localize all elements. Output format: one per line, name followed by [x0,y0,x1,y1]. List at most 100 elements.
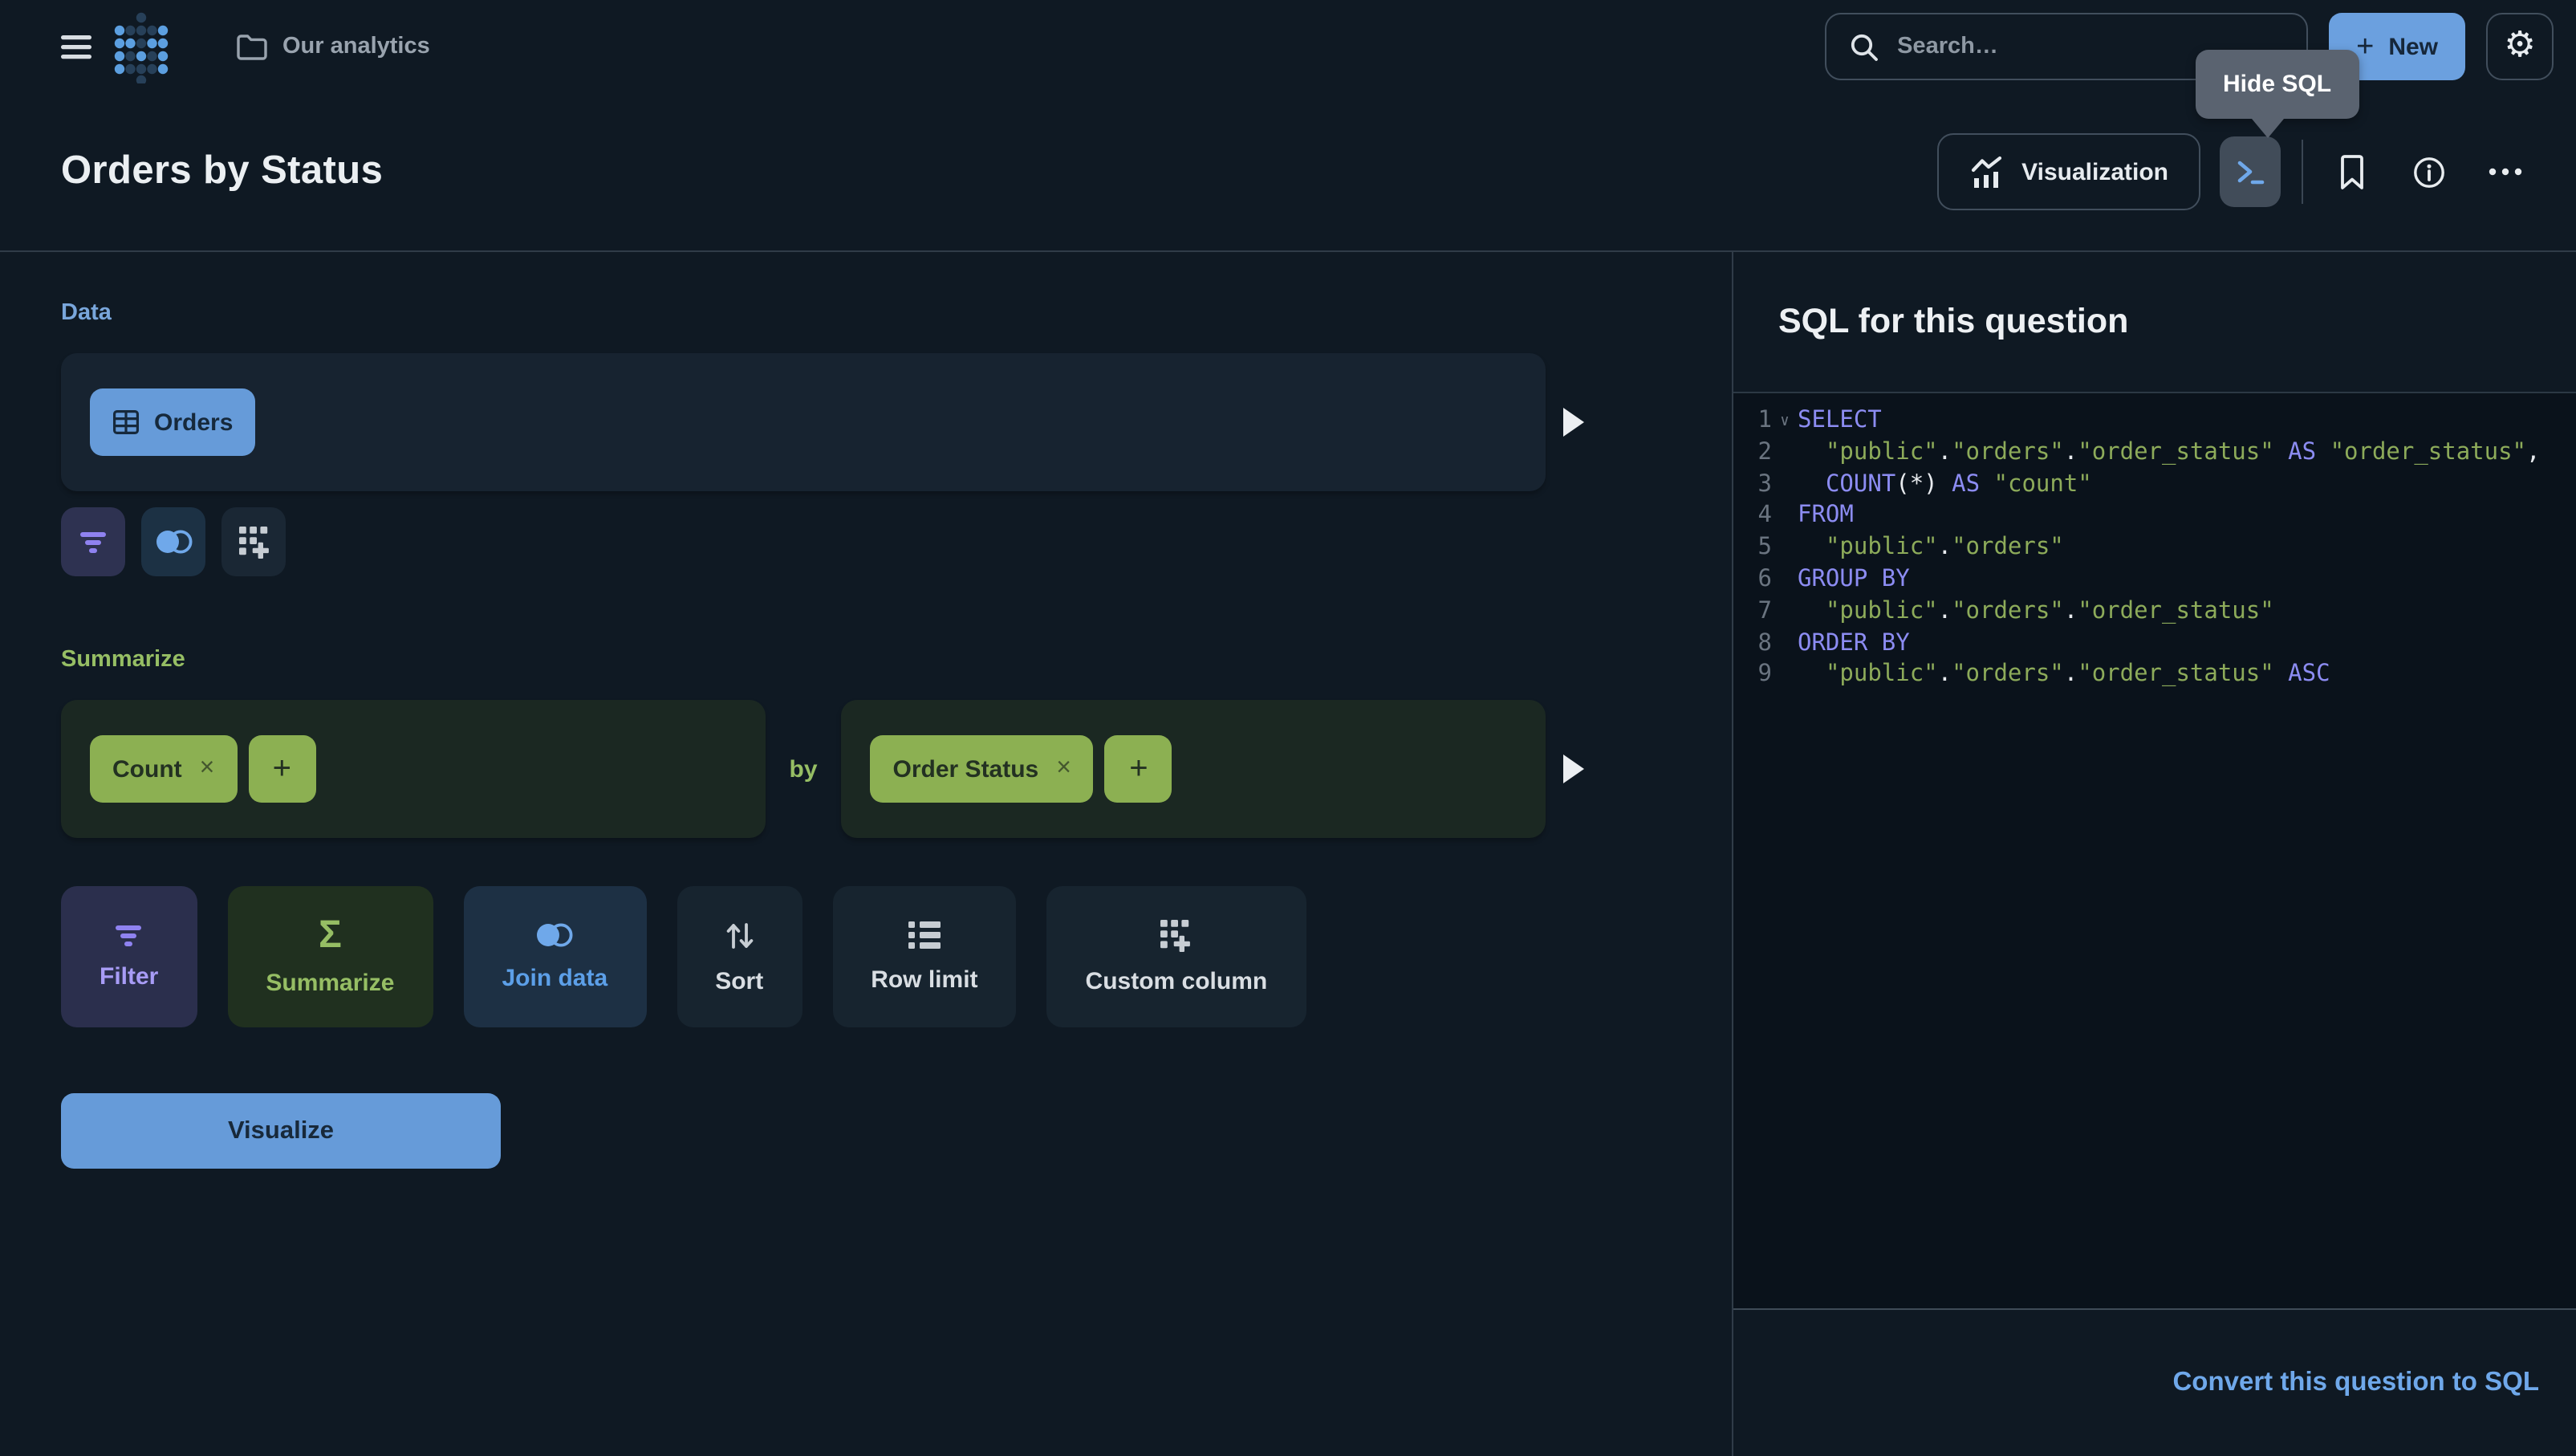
join-icon [534,921,575,949]
data-table-label: Orders [154,409,233,436]
row-limit-action-label: Row limit [871,966,977,994]
join-data-action-label: Join data [502,965,607,992]
visualize-button[interactable]: Visualize [61,1093,501,1169]
sql-code-block: 1∨SELECT2 "public"."orders"."order_statu… [1733,392,2576,1308]
aggregation-pill-label: Count [112,755,182,783]
bookmark-icon [2338,153,2365,190]
sql-code-line: 4FROM [1733,502,2576,534]
table-icon [112,409,140,435]
add-join-step-button[interactable] [141,507,205,576]
info-button[interactable] [2399,143,2457,201]
summarize-action-label: Summarize [266,969,394,996]
sort-action-label: Sort [715,967,763,994]
sql-code-line: 7 "public"."orders"."order_status" [1733,597,2576,629]
filter-icon [115,924,144,946]
breadcrumb[interactable]: Our analytics [236,33,430,60]
search-icon [1849,31,1879,62]
sql-code-line: 9 "public"."orders"."order_status" ASC [1733,661,2576,693]
filter-action-label: Filter [100,962,158,990]
breakout-pill-label: Order Status [893,755,1039,783]
sql-panel-title: SQL for this question [1733,252,2576,392]
breakout-card[interactable]: Order Status × + [842,700,1546,838]
sidebar-toggle-button[interactable] [48,19,103,74]
row-limit-action-button[interactable]: Row limit [832,886,1016,1027]
sql-code-line: 6GROUP BY [1733,565,2576,597]
folder-icon [236,33,268,60]
remove-aggregation-icon[interactable]: × [200,754,215,783]
visualization-button[interactable]: Visualization [1936,133,2200,210]
visualization-button-label: Visualization [2021,158,2168,185]
toggle-sql-button[interactable] [2220,136,2281,207]
hide-sql-tooltip-label: Hide SQL [2223,71,2331,98]
step-icon-row [61,507,1732,576]
custom-column-icon [237,525,270,559]
metabase-app: Our analytics + New ⚙ Orders by Status [0,0,2576,1456]
data-section-row: Orders [61,353,1584,491]
question-body: Data Orders [0,250,2576,1456]
custom-column-icon [1160,918,1193,952]
hide-sql-tooltip: Hide SQL [2196,50,2359,119]
summarize-section-row: Count × + by Order Status × + [61,700,1584,838]
question-header-actions: Visualization [1936,133,2546,210]
sql-panel-footer: Convert this question to SQL [1733,1308,2576,1456]
summarize-section-label: Summarize [61,647,1732,673]
preview-data-play-button[interactable] [1563,408,1584,437]
add-breakout-button[interactable]: + [1105,735,1172,803]
plus-icon: + [2356,31,2374,62]
row-limit-icon [907,920,942,950]
sql-code-line: 3 COUNT(*) AS "count" [1733,470,2576,502]
top-nav-bar: Our analytics + New ⚙ [0,0,2576,93]
sql-code-line: 5 "public"."orders" [1733,533,2576,565]
breadcrumb-label: Our analytics [282,34,430,59]
convert-to-sql-link[interactable]: Convert this question to SQL [2172,1368,2539,1398]
settings-button[interactable]: ⚙ [2486,13,2554,80]
plus-icon: + [1129,750,1148,787]
add-custom-column-step-button[interactable] [221,507,286,576]
data-card[interactable]: Orders [61,353,1546,491]
hamburger-icon [60,35,91,59]
aggregation-card[interactable]: Count × + [61,700,766,838]
gear-icon: ⚙ [2504,29,2535,64]
tooltip-arrow [2252,119,2284,138]
aggregation-pill[interactable]: Count × [90,735,237,803]
summarize-action-button[interactable]: Σ Summarize [227,886,433,1027]
vertical-divider [2302,140,2303,204]
sort-icon [721,919,757,951]
filter-icon [79,531,108,553]
custom-column-action-button[interactable]: Custom column [1047,886,1306,1027]
sql-code-lines: 1∨SELECT2 "public"."orders"."order_statu… [1733,406,2576,692]
preview-summarize-play-button[interactable] [1563,754,1584,783]
by-label: by [790,755,818,783]
plus-icon: + [273,750,291,787]
remove-breakout-icon[interactable]: × [1056,754,1071,783]
sql-code-line: 1∨SELECT [1733,406,2576,438]
topbar-right-group: + New ⚙ [1825,13,2554,80]
add-filter-step-button[interactable] [61,507,125,576]
data-section-label: Data [61,300,1732,326]
breakout-pill[interactable]: Order Status × [871,735,1094,803]
add-aggregation-button[interactable]: + [248,735,315,803]
sort-action-button[interactable]: Sort [677,886,802,1027]
sql-sidebar: SQL for this question 1∨SELECT2 "public"… [1732,252,2576,1456]
info-icon [2411,155,2445,189]
page-title[interactable]: Orders by Status [61,149,383,194]
metabase-logo-icon [114,10,169,83]
terminal-icon [2233,154,2268,189]
sql-code-line: 2 "public"."orders"."order_status" AS "o… [1733,438,2576,470]
join-data-action-button[interactable]: Join data [463,886,646,1027]
step-actions-row: Filter Σ Summarize Join data [61,886,1732,1027]
sql-code-line: 8ORDER BY [1733,628,2576,661]
filter-action-button[interactable]: Filter [61,886,197,1027]
join-icon [153,528,193,555]
custom-column-action-label: Custom column [1086,968,1268,995]
insights-chart-icon [1969,156,2004,188]
ellipsis-icon [2488,167,2523,177]
question-header: Orders by Status Visualization [0,93,2576,250]
sigma-icon: Σ [319,917,342,953]
data-table-chip[interactable]: Orders [90,388,255,456]
bookmark-button[interactable] [2322,143,2380,201]
new-button-label: New [2388,33,2438,60]
notebook-editor: Data Orders [0,252,1732,1456]
metabase-logo[interactable] [114,10,169,83]
more-options-button[interactable] [2476,143,2534,201]
